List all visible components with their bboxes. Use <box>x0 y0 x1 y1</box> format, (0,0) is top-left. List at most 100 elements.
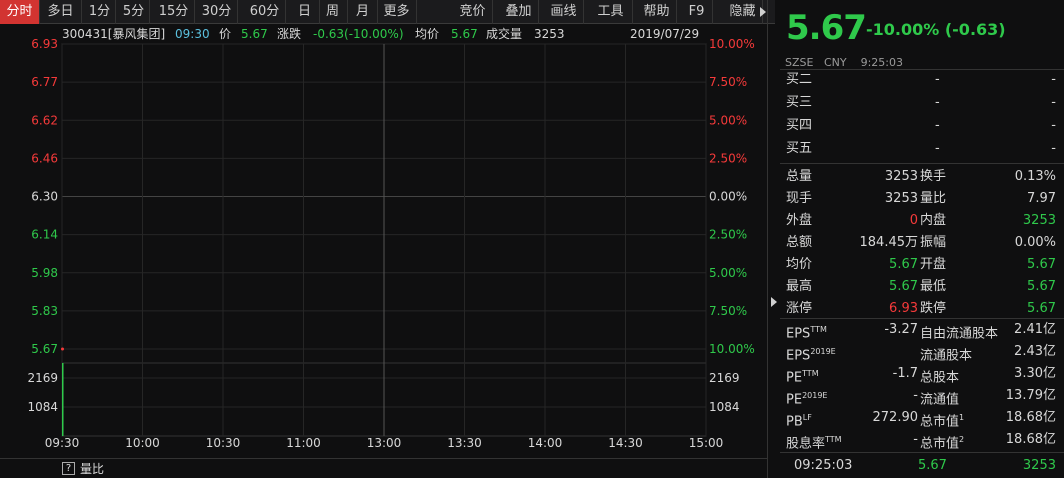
stat-row: 总额 184.45万 振幅 0.00% <box>780 232 1064 254</box>
expand-panel-arrow-icon[interactable] <box>771 297 777 307</box>
bid-label: 买五 <box>786 141 813 156</box>
y-tick-right: 5.00% <box>709 266 747 280</box>
fundamental-row: EPS2019E 流通股本 2.43亿 <box>780 341 1064 363</box>
y-tick-left: 6.62 <box>31 113 58 127</box>
bid-row: 买五 - - <box>780 138 1064 160</box>
y-tick-left: 6.77 <box>31 75 58 89</box>
x-tick-label: 15:00 <box>689 436 724 450</box>
y-tick-right: 10.00% <box>709 342 755 356</box>
intraday-chart[interactable]: 6.93 10.00% 6.77 7.50% 6.62 5.00% 6.46 2.50% 6.3… <box>0 0 767 458</box>
last-trade-price: 5.67 <box>918 458 947 473</box>
exchange: SZSE <box>785 56 814 69</box>
stat-value: 3253 <box>884 169 918 184</box>
panel-divider-line <box>780 452 1064 453</box>
panel-divider-line <box>780 163 1064 164</box>
quote-panel: 5.67 -10.00% (-0.63) SZSE CNY 9:25:03 买二… <box>780 0 1064 478</box>
fundamental-label-text: PB <box>786 414 803 430</box>
y-tick-right: 7.50% <box>709 304 747 318</box>
x-tick-label: 14:30 <box>608 436 643 450</box>
fundamental-label-sup: LF <box>802 413 812 422</box>
fundamental-label-sup: TTM <box>802 369 819 378</box>
fundamental-label-sup: 2 <box>959 435 965 444</box>
stat-row: 均价 5.67 开盘 5.67 <box>780 254 1064 276</box>
y-tick-right: 0.00% <box>709 190 747 204</box>
fundamental-row: PBLF 272.90 总市值1 18.68亿 <box>780 407 1064 429</box>
y-tick-right: 2.50% <box>709 151 747 165</box>
bid-row: 买二 - - <box>780 69 1064 91</box>
stat-value: 5.67 <box>889 257 918 272</box>
fundamental-label-text: EPS <box>786 326 811 342</box>
stat-row: 现手 3253 量比 7.97 <box>780 188 1064 210</box>
fundamental-value: - <box>913 432 918 447</box>
fundamental-value: 18.68亿 <box>1005 410 1056 425</box>
stat-label: 总量 <box>786 169 813 184</box>
stat-value: 5.67 <box>1027 257 1056 272</box>
indicator-bar: ? 量比 <box>0 458 767 478</box>
fundamental-label-text: 股息率 <box>786 436 826 452</box>
fundamental-value: -1.7 <box>892 366 918 381</box>
fundamental-label-text: 流通股本 <box>920 348 973 364</box>
bid-label: 买二 <box>786 72 813 87</box>
price-point <box>61 347 64 351</box>
quote-time: 9:25:03 <box>860 56 903 69</box>
fundamental-label-text: 总市值 <box>920 436 960 452</box>
stat-label: 最低 <box>920 279 947 294</box>
stat-label: 涨停 <box>786 301 813 316</box>
fundamental-row: 股息率TTM - 总市值2 18.68亿 <box>780 429 1064 451</box>
bid-label: 买三 <box>786 95 813 110</box>
bid-price: - <box>935 95 940 110</box>
fundamental-value: 3.30亿 <box>1014 366 1056 381</box>
x-tick-label: 14:00 <box>528 436 563 450</box>
stat-label: 现手 <box>786 191 813 206</box>
exchange-line: SZSE CNY 9:25:03 <box>785 56 903 69</box>
volume-tick-right: 1084 <box>709 400 740 414</box>
y-tick-left: 5.98 <box>31 266 58 280</box>
stat-label: 换手 <box>920 169 947 184</box>
stat-row: 涨停 6.93 跌停 5.67 <box>780 298 1064 320</box>
volume-tick-right: 2169 <box>709 371 740 385</box>
fundamental-label-text: 总股本 <box>920 370 960 386</box>
stat-value: 5.67 <box>1027 301 1056 316</box>
fundamental-label-text: EPS <box>786 348 811 364</box>
bid-price: - <box>935 141 940 156</box>
last-trade-volume: 3253 <box>1022 458 1056 473</box>
x-tick-label: 10:00 <box>125 436 160 450</box>
y-tick-left: 5.83 <box>31 304 58 318</box>
volume-tick-left: 2169 <box>27 371 58 385</box>
fundamental-row: PE2019E - 流通值 13.79亿 <box>780 385 1064 407</box>
stat-label: 外盘 <box>786 213 813 228</box>
y-tick-left: 5.67 <box>31 342 58 356</box>
bid-label: 买四 <box>786 118 813 133</box>
fundamental-value: 272.90 <box>872 410 919 425</box>
stat-value: 0 <box>909 213 918 228</box>
stat-value: 5.67 <box>889 279 918 294</box>
stat-label: 量比 <box>920 191 947 206</box>
volume-bar <box>62 363 64 436</box>
bid-row: 买四 - - <box>780 115 1064 137</box>
y-tick-right: 2.50% <box>709 228 747 242</box>
volume-tick-left: 1084 <box>27 400 58 414</box>
fundamental-label-sup: 2019E <box>810 347 836 356</box>
bid-volume: - <box>1051 141 1056 156</box>
bid-price: - <box>935 118 940 133</box>
x-tick-label: 13:30 <box>447 436 482 450</box>
indicator-label[interactable]: 量比 <box>80 460 104 477</box>
x-tick-label: 09:30 <box>45 436 80 450</box>
currency: CNY <box>823 56 847 69</box>
stat-value: 0.13% <box>1014 169 1056 184</box>
bid-volume: - <box>1051 95 1056 110</box>
help-icon[interactable]: ? <box>62 462 75 475</box>
x-tick-label: 11:00 <box>286 436 321 450</box>
stat-label: 开盘 <box>920 257 947 272</box>
bid-volume: - <box>1051 118 1056 133</box>
x-tick-label: 13:00 <box>367 436 402 450</box>
fundamental-row: EPSTTM -3.27 自由流通股本 2.41亿 <box>780 319 1064 341</box>
fundamental-row: PETTM -1.7 总股本 3.30亿 <box>780 363 1064 385</box>
bid-volume: - <box>1051 72 1056 87</box>
stat-value: 184.45万 <box>859 235 919 250</box>
fundamental-value: 2.43亿 <box>1014 344 1056 359</box>
fundamental-label-sup: 1 <box>959 413 965 422</box>
panel-divider <box>767 0 768 478</box>
stat-row: 最高 5.67 最低 5.67 <box>780 276 1064 298</box>
stat-value: 3253 <box>1022 213 1056 228</box>
